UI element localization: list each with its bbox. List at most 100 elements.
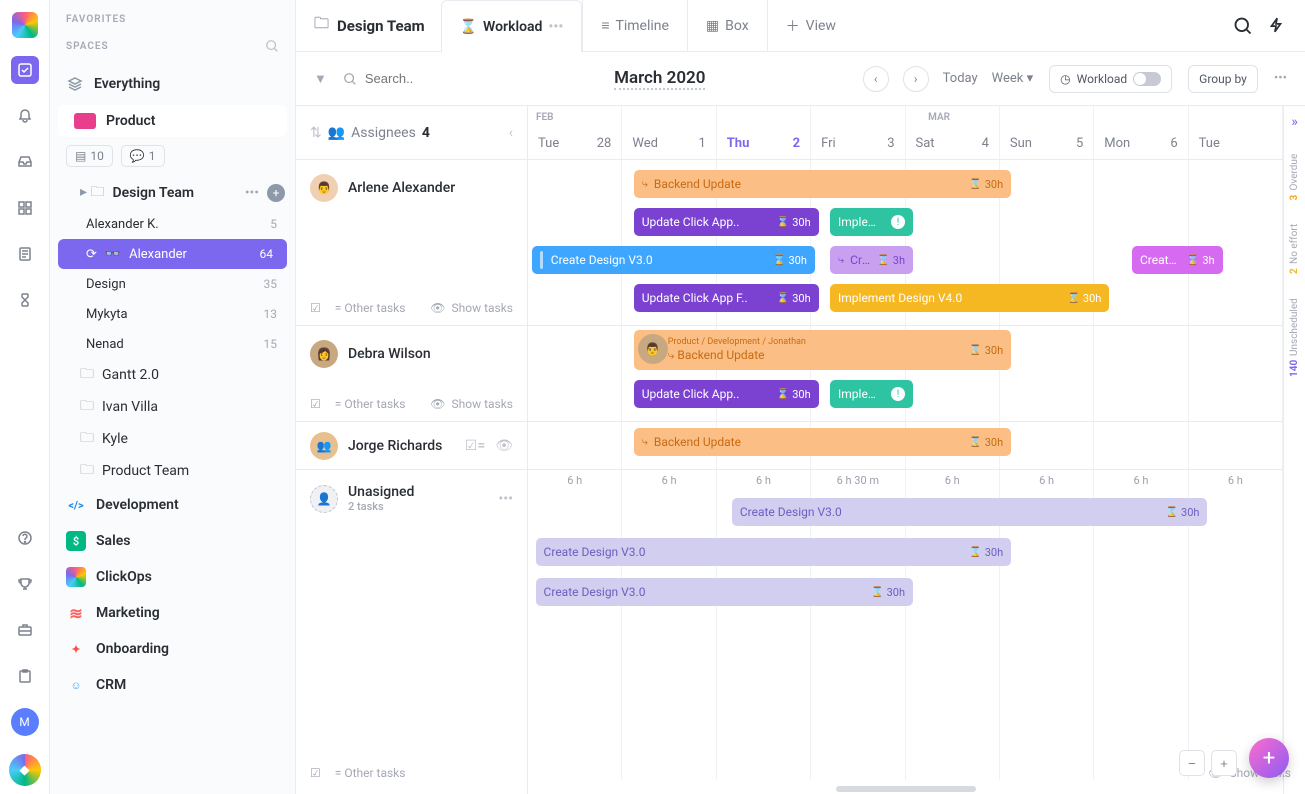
avatar: 👥	[310, 432, 338, 460]
more-icon[interactable]: •••	[245, 185, 259, 201]
bell-icon[interactable]	[11, 102, 39, 130]
folder-item[interactable]: 🗀Product Team	[50, 455, 295, 487]
tab-workload[interactable]: ⌛ Workload •••	[441, 0, 583, 52]
bolt-icon[interactable]	[1267, 16, 1285, 36]
clipboard-icon[interactable]	[11, 662, 39, 690]
scrollbar[interactable]	[836, 786, 976, 792]
subtask-icon: ⤷	[668, 348, 675, 362]
search-icon[interactable]	[265, 39, 279, 53]
member-item[interactable]: Design35	[50, 269, 295, 299]
task-bar[interactable]: Create Design V3.030h	[532, 246, 815, 274]
workload-grid[interactable]: FEB MAR Tue28 Wed1 Thu2 Fri3 Sat4 Sun5 M…	[528, 106, 1283, 794]
other-tasks-label[interactable]: = Other tasks	[335, 301, 406, 315]
groupby-button[interactable]: Group by	[1188, 65, 1258, 93]
more-icon[interactable]: •••	[548, 19, 563, 35]
task-bar[interactable]: Implement Design V4.030h	[830, 284, 1109, 312]
zoom-out-button[interactable]: −	[1179, 750, 1205, 776]
avatar: 👨	[638, 334, 668, 364]
design-team-folder[interactable]: ▸ 🗀 Design Team ••• +	[50, 177, 295, 209]
toggle-switch[interactable]	[1133, 72, 1161, 86]
time-icon[interactable]	[11, 286, 39, 314]
assignee-row[interactable]: 👩Debra Wilson	[310, 340, 513, 368]
collapse-icon[interactable]: »	[1291, 114, 1298, 130]
member-item[interactable]: Alexander K.5	[50, 209, 295, 239]
search-field[interactable]	[365, 71, 455, 86]
workload-toggle[interactable]: ◷ Workload	[1049, 65, 1172, 93]
inbox-icon[interactable]	[11, 148, 39, 176]
add-icon[interactable]: +	[267, 184, 285, 202]
zoom-in-button[interactable]: +	[1211, 750, 1237, 776]
space-item[interactable]: ≋Marketing	[50, 595, 295, 631]
folder-item[interactable]: 🗀Gantt 2.0	[50, 359, 295, 391]
filter-icon[interactable]: ▼	[314, 71, 327, 87]
space-item[interactable]: ✦Onboarding	[50, 631, 295, 667]
checkbox-icon[interactable]: ☑	[310, 766, 321, 780]
task-bar[interactable]: ⤷Backend Update30h	[634, 170, 1012, 198]
assignee-row[interactable]: 👥Jorge Richards ☑= 👁	[310, 432, 513, 460]
show-tasks-toggle[interactable]: 👁Show tasks	[430, 397, 513, 411]
doc-icon[interactable]	[11, 240, 39, 268]
tab-timeline[interactable]: ≡Timeline	[582, 0, 687, 52]
space-item[interactable]: </>Development	[50, 487, 295, 523]
scale-select[interactable]: Week ▾	[992, 71, 1033, 86]
folder-item[interactable]: 🗀Kyle	[50, 423, 295, 455]
show-tasks-toggle[interactable]: 👁Show tasks	[430, 301, 513, 315]
checkbox-icon[interactable]: ☑=	[465, 438, 485, 454]
task-bar[interactable]: Implem..!	[830, 208, 913, 236]
task-bar[interactable]: 👨 Product / Development / Jonathan ⤷ Bac…	[634, 330, 1012, 370]
workspace-avatar[interactable]: ◆	[9, 754, 41, 786]
task-bar[interactable]: Create Design V3.030h	[536, 538, 1012, 566]
add-view[interactable]: ＋View	[767, 0, 854, 52]
apps-icon[interactable]	[11, 194, 39, 222]
task-bar[interactable]: Implem..!	[830, 380, 913, 408]
member-item-selected[interactable]: ⟳👓Alexander 64	[58, 239, 287, 269]
more-icon[interactable]: •••	[498, 491, 513, 507]
task-bar[interactable]: ⤷Backend Update30h	[634, 428, 1012, 456]
space-item[interactable]: ClickOps	[50, 559, 295, 595]
period-label[interactable]: March 2020	[614, 68, 705, 90]
everything-item[interactable]: Everything	[50, 67, 295, 101]
avatar: 👩	[310, 340, 338, 368]
unscheduled-counter[interactable]: 140Unscheduled	[1289, 298, 1300, 377]
space-item[interactable]: $Sales	[50, 523, 295, 559]
next-button[interactable]: ›	[903, 66, 929, 92]
folder-icon: 🗀	[80, 395, 94, 419]
task-bar[interactable]: Create..3h	[1132, 246, 1223, 274]
chevron-left-icon[interactable]: ‹	[509, 125, 513, 141]
checkbox-icon[interactable]: ☑	[310, 301, 321, 315]
search-input[interactable]	[343, 71, 455, 86]
tab-box[interactable]: ▦Box	[687, 0, 767, 52]
task-bar[interactable]: Create Design V3.030h	[536, 578, 914, 606]
task-bar[interactable]: Update Click App F..30h	[634, 284, 819, 312]
help-icon[interactable]	[11, 524, 39, 552]
home-icon[interactable]	[11, 56, 39, 84]
task-bar[interactable]: Update Click App..30h	[634, 208, 819, 236]
trophy-icon[interactable]	[11, 570, 39, 598]
product-space[interactable]: Product	[58, 105, 287, 137]
folder-item[interactable]: 🗀Ivan Villa	[50, 391, 295, 423]
member-item[interactable]: Mykyta13	[50, 299, 295, 329]
docs-chip[interactable]: ▤10	[66, 145, 113, 167]
app-logo[interactable]	[12, 12, 38, 38]
assignee-row-unassigned[interactable]: 👤 Unasigned2 tasks •••	[310, 484, 513, 513]
add-task-fab[interactable]: +	[1249, 738, 1289, 778]
space-item[interactable]: ☺CRM	[50, 667, 295, 703]
search-icon[interactable]	[1233, 16, 1253, 36]
task-bar[interactable]: Create Design V3.030h	[732, 498, 1208, 526]
task-bar[interactable]: Update Click App..30h	[634, 380, 819, 408]
eye-icon[interactable]: 👁	[495, 438, 513, 454]
member-item[interactable]: Nenad15	[50, 329, 295, 359]
today-button[interactable]: Today	[943, 71, 978, 86]
checkbox-icon[interactable]: ☑	[310, 397, 321, 411]
breadcrumb[interactable]: 🗀 Design Team	[314, 13, 441, 38]
prev-button[interactable]: ‹	[863, 66, 889, 92]
overdue-counter[interactable]: 3Overdue	[1289, 154, 1300, 200]
task-bar[interactable]: ⤷Crea..3h	[830, 246, 913, 274]
more-icon[interactable]: •••	[1274, 71, 1287, 86]
user-avatar[interactable]: M	[11, 708, 39, 736]
sort-icon[interactable]: ⇅	[310, 125, 322, 141]
assignee-row[interactable]: 👨Arlene Alexander	[310, 174, 513, 202]
chat-chip[interactable]: 💬1	[121, 145, 165, 167]
briefcase-icon[interactable]	[11, 616, 39, 644]
noeffort-counter[interactable]: 2No effort	[1289, 224, 1300, 274]
